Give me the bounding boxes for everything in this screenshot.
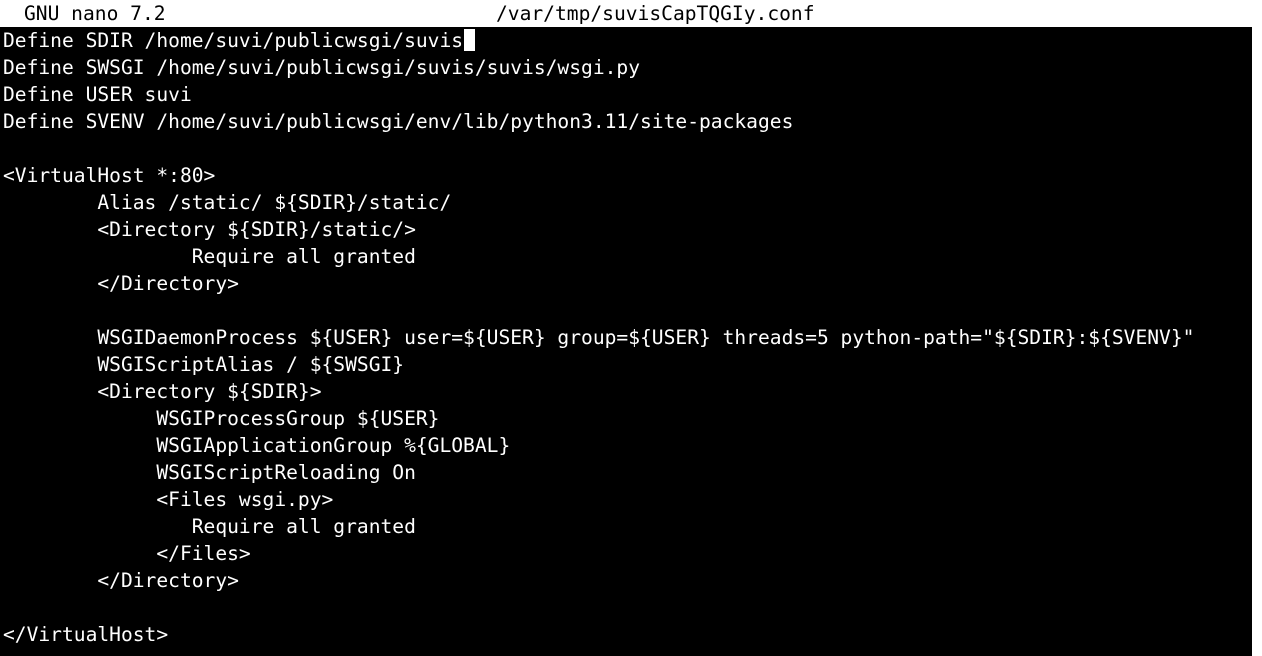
- line-text: Require all granted: [3, 245, 416, 268]
- editor-line[interactable]: WSGIProcessGroup ${USER}: [3, 405, 1252, 432]
- window-edge: [1252, 0, 1262, 656]
- line-text: WSGIDaemonProcess ${USER} user=${USER} g…: [3, 326, 1195, 349]
- line-text: </Directory>: [3, 272, 239, 295]
- editor-line[interactable]: Alias /static/ ${SDIR}/static/: [3, 189, 1252, 216]
- editor-line[interactable]: [3, 594, 1252, 621]
- editor-line[interactable]: <Directory ${SDIR}/static/>: [3, 216, 1252, 243]
- line-text: Define SWSGI /home/suvi/publicwsgi/suvis…: [3, 56, 641, 79]
- editor-line[interactable]: </Files>: [3, 540, 1252, 567]
- line-text: Define USER suvi: [3, 83, 192, 106]
- editor-line[interactable]: Define SDIR /home/suvi/publicwsgi/suvis: [3, 27, 1252, 54]
- editor-line[interactable]: WSGIScriptAlias / ${SWSGI}: [3, 351, 1252, 378]
- editor-line[interactable]: WSGIApplicationGroup %{GLOBAL}: [3, 432, 1252, 459]
- editor-line[interactable]: </Directory>: [3, 270, 1252, 297]
- line-text: Require all granted: [3, 515, 416, 538]
- editor-line[interactable]: Define SWSGI /home/suvi/publicwsgi/suvis…: [3, 54, 1252, 81]
- editor-line[interactable]: [3, 135, 1252, 162]
- editor-line[interactable]: WSGIScriptReloading On: [3, 459, 1252, 486]
- line-text: <Directory ${SDIR}/static/>: [3, 218, 416, 241]
- file-name: /var/tmp/suvisCapTQGIy.conf: [496, 2, 815, 25]
- editor-line[interactable]: Define USER suvi: [3, 81, 1252, 108]
- line-text: </VirtualHost>: [3, 623, 169, 646]
- editor-area[interactable]: Define SDIR /home/suvi/publicwsgi/suvis …: [3, 27, 1252, 648]
- editor-line[interactable]: </VirtualHost>: [3, 621, 1252, 648]
- text-cursor: [464, 29, 476, 51]
- editor-line[interactable]: WSGIDaemonProcess ${USER} user=${USER} g…: [3, 324, 1252, 351]
- editor-line[interactable]: Require all granted: [3, 243, 1252, 270]
- editor-line[interactable]: Require all granted: [3, 513, 1252, 540]
- nano-titlebar: GNU nano 7.2 /var/tmp/suvisCapTQGIy.conf: [0, 0, 1252, 27]
- line-text: Define SDIR /home/suvi/publicwsgi/suvis: [3, 29, 464, 52]
- app-version: GNU nano 7.2: [24, 2, 166, 25]
- line-text: <VirtualHost *:80>: [3, 164, 216, 187]
- editor-line[interactable]: Define SVENV /home/suvi/publicwsgi/env/l…: [3, 108, 1252, 135]
- line-text: WSGIApplicationGroup %{GLOBAL}: [3, 434, 511, 457]
- line-text: <Directory ${SDIR}>: [3, 380, 322, 403]
- line-text: WSGIScriptReloading On: [3, 461, 416, 484]
- editor-line[interactable]: </Directory>: [3, 567, 1252, 594]
- line-text: </Directory>: [3, 569, 239, 592]
- line-text: WSGIScriptAlias / ${SWSGI}: [3, 353, 405, 376]
- terminal-window: GNU nano 7.2 /var/tmp/suvisCapTQGIy.conf…: [0, 0, 1252, 656]
- editor-line[interactable]: <Files wsgi.py>: [3, 486, 1252, 513]
- line-text: Alias /static/ ${SDIR}/static/: [3, 191, 452, 214]
- line-text: </Files>: [3, 542, 251, 565]
- editor-line[interactable]: <Directory ${SDIR}>: [3, 378, 1252, 405]
- editor-line[interactable]: [3, 297, 1252, 324]
- editor-line[interactable]: <VirtualHost *:80>: [3, 162, 1252, 189]
- line-text: WSGIProcessGroup ${USER}: [3, 407, 440, 430]
- line-text: <Files wsgi.py>: [3, 488, 334, 511]
- line-text: Define SVENV /home/suvi/publicwsgi/env/l…: [3, 110, 794, 133]
